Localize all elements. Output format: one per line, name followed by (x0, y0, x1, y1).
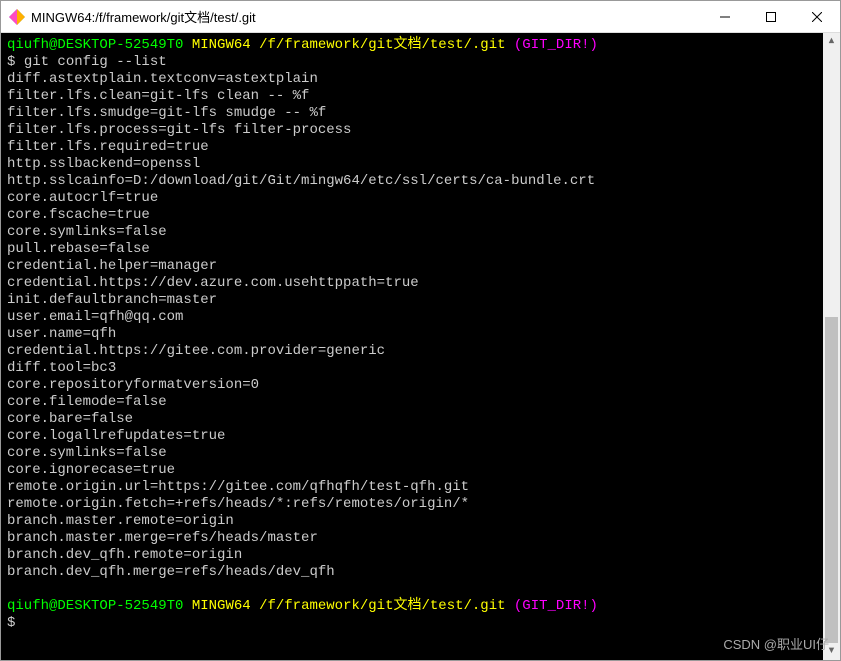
maximize-button[interactable] (748, 1, 794, 33)
prompt-path-2: /f/framework/git文档/test/.git (259, 598, 505, 614)
prompt-symbol: $ (7, 54, 15, 70)
terminal[interactable]: qiufh@DESKTOP-52549T0 MINGW64 /f/framewo… (1, 33, 840, 660)
prompt-user-2: qiufh@DESKTOP-52549T0 (7, 598, 183, 614)
prompt-env: MINGW64 (192, 37, 251, 53)
prompt-gitdir-2: (GIT_DIR!) (514, 598, 598, 614)
prompt-user: qiufh@DESKTOP-52549T0 (7, 37, 183, 53)
scroll-up-button[interactable]: ▴ (823, 33, 840, 50)
prompt-env-2: MINGW64 (192, 598, 251, 614)
scroll-thumb[interactable] (825, 317, 838, 643)
command-text: git config --list (24, 54, 167, 70)
app-icon (9, 9, 25, 25)
app-window: MINGW64:/f/framework/git文档/test/.git qiu… (0, 0, 841, 661)
scrollbar[interactable]: ▴ ▾ (823, 33, 840, 660)
title-bar[interactable]: MINGW64:/f/framework/git文档/test/.git (1, 1, 840, 33)
minimize-button[interactable] (702, 1, 748, 33)
prompt-symbol-2: $ (7, 615, 15, 631)
scroll-track[interactable] (823, 50, 840, 643)
window-title: MINGW64:/f/framework/git文档/test/.git (31, 7, 256, 26)
prompt-path: /f/framework/git文档/test/.git (259, 37, 505, 53)
prompt-gitdir: (GIT_DIR!) (514, 37, 598, 53)
close-button[interactable] (794, 1, 840, 33)
scroll-down-button[interactable]: ▾ (823, 643, 840, 660)
output-block: diff.astextplain.textconv=astextplain fi… (7, 71, 595, 580)
